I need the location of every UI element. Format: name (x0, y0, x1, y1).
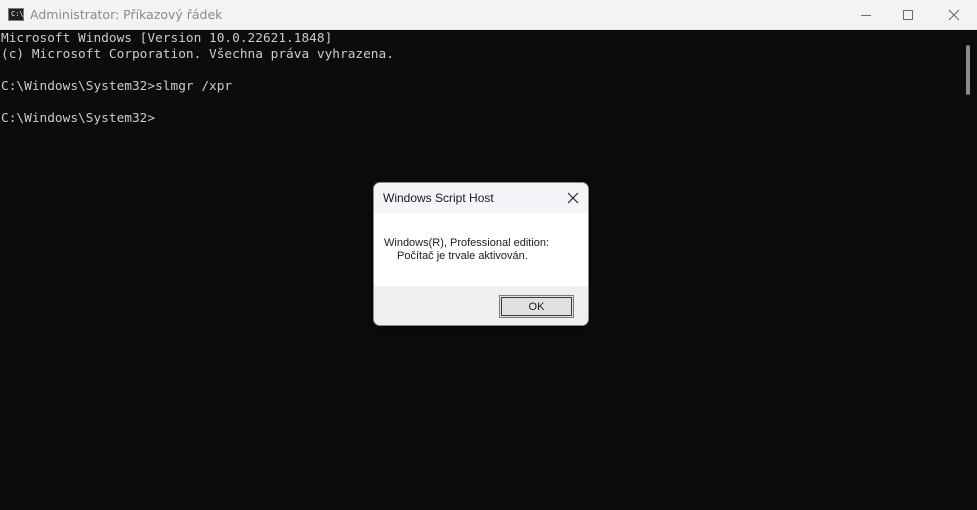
close-button[interactable] (931, 0, 977, 30)
vertical-scrollbar[interactable] (961, 31, 977, 510)
dialog-title-bar[interactable]: Windows Script Host (374, 183, 588, 213)
console-prompt: C:\Windows\System32> (1, 111, 156, 126)
command-prompt-icon-glyph: C:\ (11, 10, 24, 18)
dialog-body: Windows(R), Professional edition: Počíta… (374, 213, 588, 286)
minimize-button[interactable] (843, 0, 889, 30)
window-title: Administrator: Příkazový řádek (30, 7, 223, 22)
ok-button[interactable]: OK (499, 295, 574, 318)
script-host-dialog: Windows Script Host Windows(R), Professi… (373, 182, 589, 326)
dialog-footer: OK (374, 286, 588, 325)
dialog-title: Windows Script Host (383, 191, 494, 205)
dialog-message-line-2: Počítač je trvale aktivován. (397, 250, 528, 262)
console-line: (c) Microsoft Corporation. Všechna práva… (1, 47, 394, 62)
title-bar[interactable]: C:\ Administrator: Příkazový řádek (0, 0, 977, 30)
maximize-button[interactable] (885, 0, 931, 30)
maximize-icon (903, 10, 913, 20)
command-prompt-icon: C:\ (8, 8, 24, 21)
scrollbar-thumb[interactable] (966, 45, 970, 95)
console-line: Microsoft Windows [Version 10.0.22621.18… (1, 31, 333, 46)
close-icon (567, 192, 579, 204)
dialog-message-line-1: Windows(R), Professional edition: (384, 237, 550, 249)
console-line: C:\Windows\System32>slmgr /xpr (1, 79, 233, 94)
minimize-icon (861, 14, 871, 16)
dialog-close-button[interactable] (560, 186, 586, 210)
close-icon (948, 9, 960, 21)
